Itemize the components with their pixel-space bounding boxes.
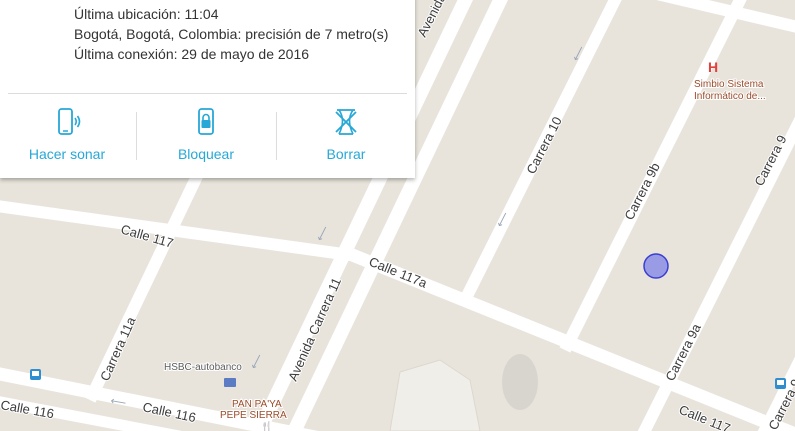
building-dome — [502, 354, 538, 410]
atm-icon — [224, 378, 236, 387]
device-location-marker[interactable] — [643, 253, 669, 279]
poi-hsbc-label: HSBC-autobanco — [164, 362, 242, 373]
device-info-card: Última ubicación: 11:04 Bogotá, Bogotá, … — [0, 0, 415, 178]
svg-text:⟵: ⟵ — [109, 394, 127, 410]
action-separator — [276, 112, 277, 160]
phone-ring-icon — [58, 108, 81, 135]
lock-button[interactable]: Bloquear — [141, 106, 271, 166]
card-divider — [8, 93, 407, 94]
lock-phone-icon — [198, 108, 214, 135]
lock-button-label: Bloquear — [177, 146, 235, 162]
poi-panpaya-line2: PEPE SIERRA — [220, 410, 287, 421]
poi-simbio-line2: Informático de... — [694, 91, 766, 102]
erase-button[interactable]: Borrar — [281, 106, 411, 166]
bus-stop-icon[interactable] — [30, 369, 41, 380]
ring-button[interactable]: Hacer sonar — [2, 106, 132, 166]
erase-button-label: Borrar — [326, 146, 366, 162]
action-separator — [136, 112, 137, 160]
ring-button-label: Hacer sonar — [28, 146, 106, 162]
last-location-text: Última ubicación: 11:04 — [74, 6, 219, 22]
poi-simbio-line1: Simbio Sistema — [694, 79, 764, 90]
last-connection-text: Última conexión: 29 de mayo de 2016 — [74, 46, 310, 62]
hospital-icon: H — [708, 59, 718, 75]
erase-phone-icon — [335, 109, 357, 135]
restaurant-icon: 🍴 — [260, 421, 274, 431]
poi-panpaya-line1: PAN PA'YA — [232, 399, 282, 410]
bus-stop-icon[interactable] — [775, 378, 786, 389]
address-text: Bogotá, Bogotá, Colombia: precisión de 7… — [74, 26, 389, 42]
